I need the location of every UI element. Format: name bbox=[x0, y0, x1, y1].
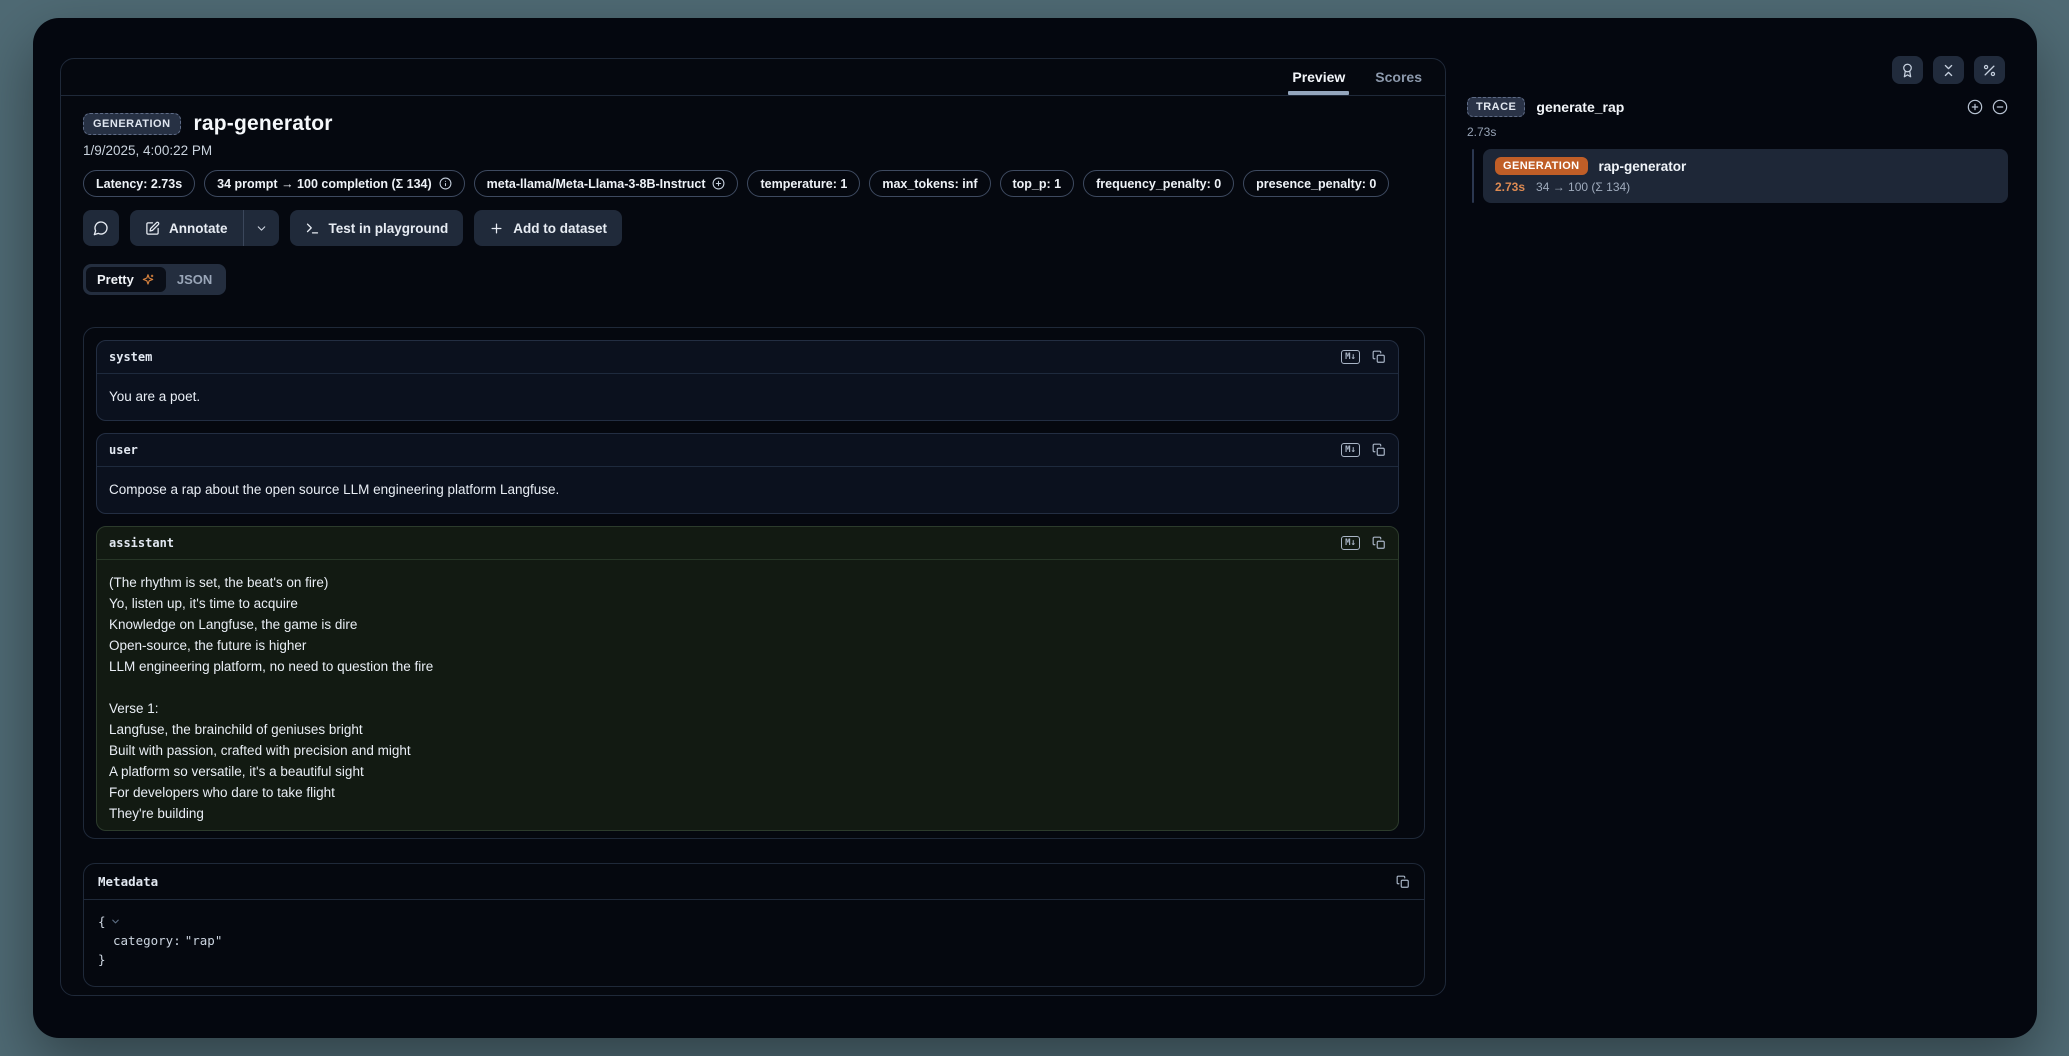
chevrons-down-up-icon bbox=[1941, 63, 1956, 78]
trace-name[interactable]: generate_rap bbox=[1536, 99, 1624, 115]
message-system: system M↓ You are a poet. bbox=[96, 340, 1399, 421]
annotate-split-button: Annotate bbox=[130, 210, 279, 246]
info-icon[interactable] bbox=[439, 177, 452, 190]
trace-type-badge: TRACE bbox=[1467, 97, 1525, 117]
generation-token-usage: 34 → 100 (Σ 134) bbox=[1536, 180, 1630, 194]
trace-duration: 2.73s bbox=[1467, 125, 2008, 139]
award-icon bbox=[1900, 63, 1915, 78]
observation-detail: GENERATION rap-generator 1/9/2025, 4:00:… bbox=[61, 96, 1445, 987]
generation-duration: 2.73s bbox=[1495, 180, 1525, 194]
trace-tree: GENERATION rap-generator 2.73s 34 → 100 … bbox=[1467, 149, 2008, 203]
observation-header: GENERATION rap-generator bbox=[83, 112, 1425, 136]
top-p-badge: top_p: 1 bbox=[1000, 170, 1075, 197]
chat-bubble-icon bbox=[93, 220, 109, 236]
message-role: system bbox=[109, 350, 152, 364]
metadata-value: "rap" bbox=[185, 931, 223, 950]
app-window: Preview Scores GENERATION rap-generator … bbox=[33, 18, 2037, 1038]
chevron-down-icon[interactable] bbox=[110, 916, 121, 927]
generation-name: rap-generator bbox=[1599, 159, 1687, 174]
toggle-pretty[interactable]: Pretty bbox=[86, 267, 166, 292]
message-content: You are a poet. bbox=[97, 374, 1398, 420]
view-mode-toggle: Pretty JSON bbox=[83, 264, 226, 295]
message-user: user M↓ Compose a rap about the open sou… bbox=[96, 433, 1399, 514]
observation-type-badge: GENERATION bbox=[83, 113, 181, 135]
preview-tabs-bar: Preview Scores bbox=[61, 59, 1445, 96]
latency-badge: Latency: 2.73s bbox=[83, 170, 195, 197]
markdown-toggle-icon[interactable]: M↓ bbox=[1341, 443, 1360, 457]
circle-plus-icon[interactable] bbox=[712, 177, 725, 190]
observation-badges: Latency: 2.73s 34 prompt → 100 completio… bbox=[83, 170, 1425, 197]
tree-indent-line bbox=[1472, 149, 1474, 203]
trace-tree-sidebar: TRACE generate_rap 2.73s GENERATION rap-… bbox=[1467, 97, 2008, 203]
metadata-key: category: bbox=[113, 931, 181, 950]
copy-icon[interactable] bbox=[1372, 443, 1386, 457]
terminal-icon bbox=[305, 221, 320, 236]
message-role: user bbox=[109, 443, 138, 457]
message-role: assistant bbox=[109, 536, 174, 550]
add-to-dataset-button[interactable]: Add to dataset bbox=[474, 210, 622, 246]
tab-preview[interactable]: Preview bbox=[1277, 59, 1360, 95]
copy-icon[interactable] bbox=[1396, 875, 1410, 889]
frequency-penalty-badge: frequency_penalty: 0 bbox=[1083, 170, 1234, 197]
annotate-dropdown-button[interactable] bbox=[243, 210, 279, 246]
copy-icon[interactable] bbox=[1372, 350, 1386, 364]
metadata-title: Metadata bbox=[98, 874, 158, 889]
collapse-panel-button[interactable] bbox=[1933, 56, 1964, 84]
trace-header: TRACE generate_rap bbox=[1467, 97, 2008, 117]
max-tokens-badge: max_tokens: inf bbox=[869, 170, 990, 197]
page-title: rap-generator bbox=[194, 112, 333, 136]
generation-type-badge: GENERATION bbox=[1495, 157, 1588, 175]
markdown-toggle-icon[interactable]: M↓ bbox=[1341, 350, 1360, 364]
message-content: Compose a rap about the open source LLM … bbox=[97, 467, 1398, 513]
window-toolbar bbox=[1892, 56, 2005, 84]
collapse-all-icon[interactable] bbox=[1992, 99, 2008, 115]
messages-panel[interactable]: system M↓ You are a poet. user bbox=[83, 327, 1425, 839]
percent-view-button[interactable] bbox=[1974, 56, 2005, 84]
test-in-playground-button[interactable]: Test in playground bbox=[290, 210, 464, 246]
presence-penalty-badge: presence_penalty: 0 bbox=[1243, 170, 1389, 197]
token-usage-badge: 34 prompt → 100 completion (Σ 134) bbox=[204, 170, 465, 197]
temperature-badge: temperature: 1 bbox=[747, 170, 860, 197]
chevron-down-icon bbox=[255, 222, 268, 235]
action-buttons-row: Annotate Test in playground bbox=[83, 210, 1425, 246]
markdown-toggle-icon[interactable]: M↓ bbox=[1341, 536, 1360, 550]
percent-icon bbox=[1982, 63, 1997, 78]
observation-preview-card: Preview Scores GENERATION rap-generator … bbox=[60, 58, 1446, 996]
sparkles-icon bbox=[141, 273, 155, 287]
toggle-json[interactable]: JSON bbox=[166, 267, 223, 292]
metadata-panel: Metadata { category: "rap" bbox=[83, 863, 1425, 987]
message-assistant: assistant M↓ (The rhythm is set, the bea… bbox=[96, 526, 1399, 831]
tree-node-generation[interactable]: GENERATION rap-generator 2.73s 34 → 100 … bbox=[1483, 149, 2008, 203]
metadata-json: { category: "rap" } bbox=[84, 900, 1424, 986]
message-content[interactable]: (The rhythm is set, the beat's on fire) … bbox=[97, 560, 1398, 830]
copy-icon[interactable] bbox=[1372, 536, 1386, 550]
observation-timestamp: 1/9/2025, 4:00:22 PM bbox=[83, 143, 1425, 158]
annotate-button[interactable]: Annotate bbox=[130, 210, 243, 246]
plus-icon bbox=[489, 221, 504, 236]
annotations-button[interactable] bbox=[1892, 56, 1923, 84]
comments-button[interactable] bbox=[83, 210, 119, 246]
tab-scores[interactable]: Scores bbox=[1360, 59, 1437, 95]
expand-all-icon[interactable] bbox=[1967, 99, 1983, 115]
square-pen-icon bbox=[145, 221, 160, 236]
model-badge: meta-llama/Meta-Llama-3-8B-Instruct bbox=[474, 170, 739, 197]
